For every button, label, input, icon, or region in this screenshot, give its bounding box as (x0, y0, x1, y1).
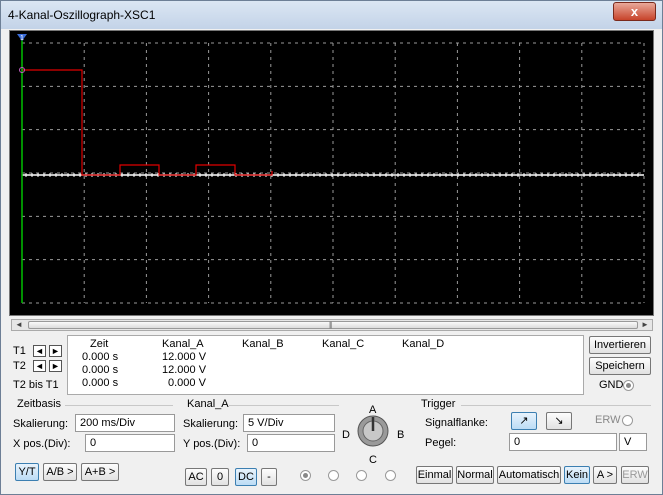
scope-screen: 1 (17, 34, 645, 304)
trigger-source-button[interactable]: A > (593, 466, 617, 484)
t2-time: 0.000 s (82, 364, 119, 376)
trigger-divider (461, 405, 651, 406)
channel-radio-1[interactable] (300, 470, 311, 481)
close-button[interactable]: x (613, 2, 656, 21)
t2-right-button[interactable]: ► (49, 360, 62, 372)
timebase-xpos-field[interactable]: 0 (85, 434, 175, 452)
knob-label-c: C (369, 454, 377, 466)
trigger-auto-button[interactable]: Automatisch (497, 466, 561, 484)
timebase-title: Zeitbasis (17, 398, 62, 410)
trigger-erw-radio[interactable] (622, 415, 633, 426)
measurement-table: Zeit Kanal_A Kanal_B Kanal_C Kanal_D 0.0… (67, 335, 584, 395)
header-zeit: Zeit (90, 338, 109, 350)
header-kanal-d: Kanal_D (402, 338, 445, 350)
t2t1-kanal-a: 0.000 V (168, 377, 206, 389)
gnd-label: GND (599, 379, 624, 391)
mode-yt-button[interactable]: Y/T (15, 463, 39, 481)
scroll-grip-icon: ||| (329, 322, 333, 329)
trigger-level-unit[interactable]: V (619, 433, 647, 451)
t2-left-button[interactable]: ◄ (33, 360, 46, 372)
t1-right-button[interactable]: ► (49, 345, 62, 357)
t1-time: 0.000 s (82, 351, 119, 363)
trigger-edge-label: Signalflanke: (425, 417, 488, 429)
trigger-erw-button[interactable]: ERW (621, 466, 649, 484)
timebase-scale-field[interactable]: 200 ms/Div (75, 414, 175, 432)
invert-button[interactable]: Invertieren (589, 336, 651, 354)
t2-kanal-a: 12.000 V (162, 364, 207, 376)
trigger-einmal-button[interactable]: Einmal (416, 466, 453, 484)
channel-ypos-label: Y pos.(Div): (183, 438, 241, 450)
edge-rising-button[interactable]: ↗ (511, 412, 537, 430)
save-button[interactable]: Speichern (589, 357, 651, 375)
header-kanal-c: Kanal_C (322, 338, 365, 350)
knob-label-d: D (342, 429, 350, 441)
window-title: 4-Kanal-Oszillograph-XSC1 (8, 8, 156, 22)
channel-radio-4[interactable] (385, 470, 396, 481)
oscilloscope-display: 1 (9, 30, 654, 316)
channel-radio-2[interactable] (328, 470, 339, 481)
header-kanal-b: Kanal_B (242, 338, 284, 350)
header-kanal-a: Kanal_A (162, 338, 204, 350)
channel-scale-label: Skalierung: (183, 418, 239, 430)
coupling-ac-button[interactable]: AC (185, 468, 207, 486)
timebase-scale-label: Skalierung: (13, 418, 69, 430)
knob-label-b: B (397, 429, 405, 441)
mode-aplusb-button[interactable]: A+B > (81, 463, 119, 481)
channel-title: Kanal_A (187, 398, 229, 410)
scroll-right-arrow[interactable]: ► (638, 319, 652, 331)
coupling-dc-button[interactable]: DC (235, 468, 257, 486)
display-scrollbar[interactable]: ◄ ||| ► (11, 319, 653, 331)
channel-selector-knob-icon[interactable] (356, 414, 390, 448)
channel-divider (229, 405, 339, 406)
timebase-divider (65, 405, 173, 406)
oscilloscope-window: 4-Kanal-Oszillograph-XSC1 x 1 ◄ ||| ► T1… (0, 0, 663, 495)
coupling-minus-button[interactable]: - (261, 468, 277, 486)
trigger-level-label: Pegel: (425, 437, 457, 449)
edge-falling-button[interactable]: ↘ (546, 412, 572, 430)
channel-ypos-field[interactable]: 0 (247, 434, 335, 452)
timebase-xpos-label: X pos.(Div): (13, 438, 71, 450)
gnd-radio[interactable] (623, 380, 634, 391)
cursor-t2t1-label: T2 bis T1 (13, 379, 59, 391)
mode-ab-button[interactable]: A/B > (43, 463, 77, 481)
scroll-thumb[interactable]: ||| (28, 321, 638, 329)
trigger-normal-button[interactable]: Normal (456, 466, 494, 484)
t1-kanal-a: 12.000 V (162, 351, 207, 363)
title-bar[interactable]: 4-Kanal-Oszillograph-XSC1 x (1, 1, 662, 29)
trigger-erw-label: ERW (595, 414, 621, 426)
trigger-kein-button[interactable]: Kein (564, 466, 590, 484)
channel-scale-field[interactable]: 5 V/Div (243, 414, 335, 432)
cursor-t1-number: 1 (20, 35, 24, 42)
t2t1-time: 0.000 s (82, 377, 119, 389)
coupling-zero-button[interactable]: 0 (211, 468, 229, 486)
trigger-title: Trigger (421, 398, 456, 410)
scroll-left-arrow[interactable]: ◄ (12, 319, 26, 331)
trace-channel-a (22, 69, 273, 176)
trigger-level-field[interactable]: 0 (509, 433, 617, 451)
channel-radio-3[interactable] (356, 470, 367, 481)
cursor-t1-label: T1 (13, 345, 26, 357)
t1-left-button[interactable]: ◄ (33, 345, 46, 357)
cursor-t2-label: T2 (13, 360, 26, 372)
